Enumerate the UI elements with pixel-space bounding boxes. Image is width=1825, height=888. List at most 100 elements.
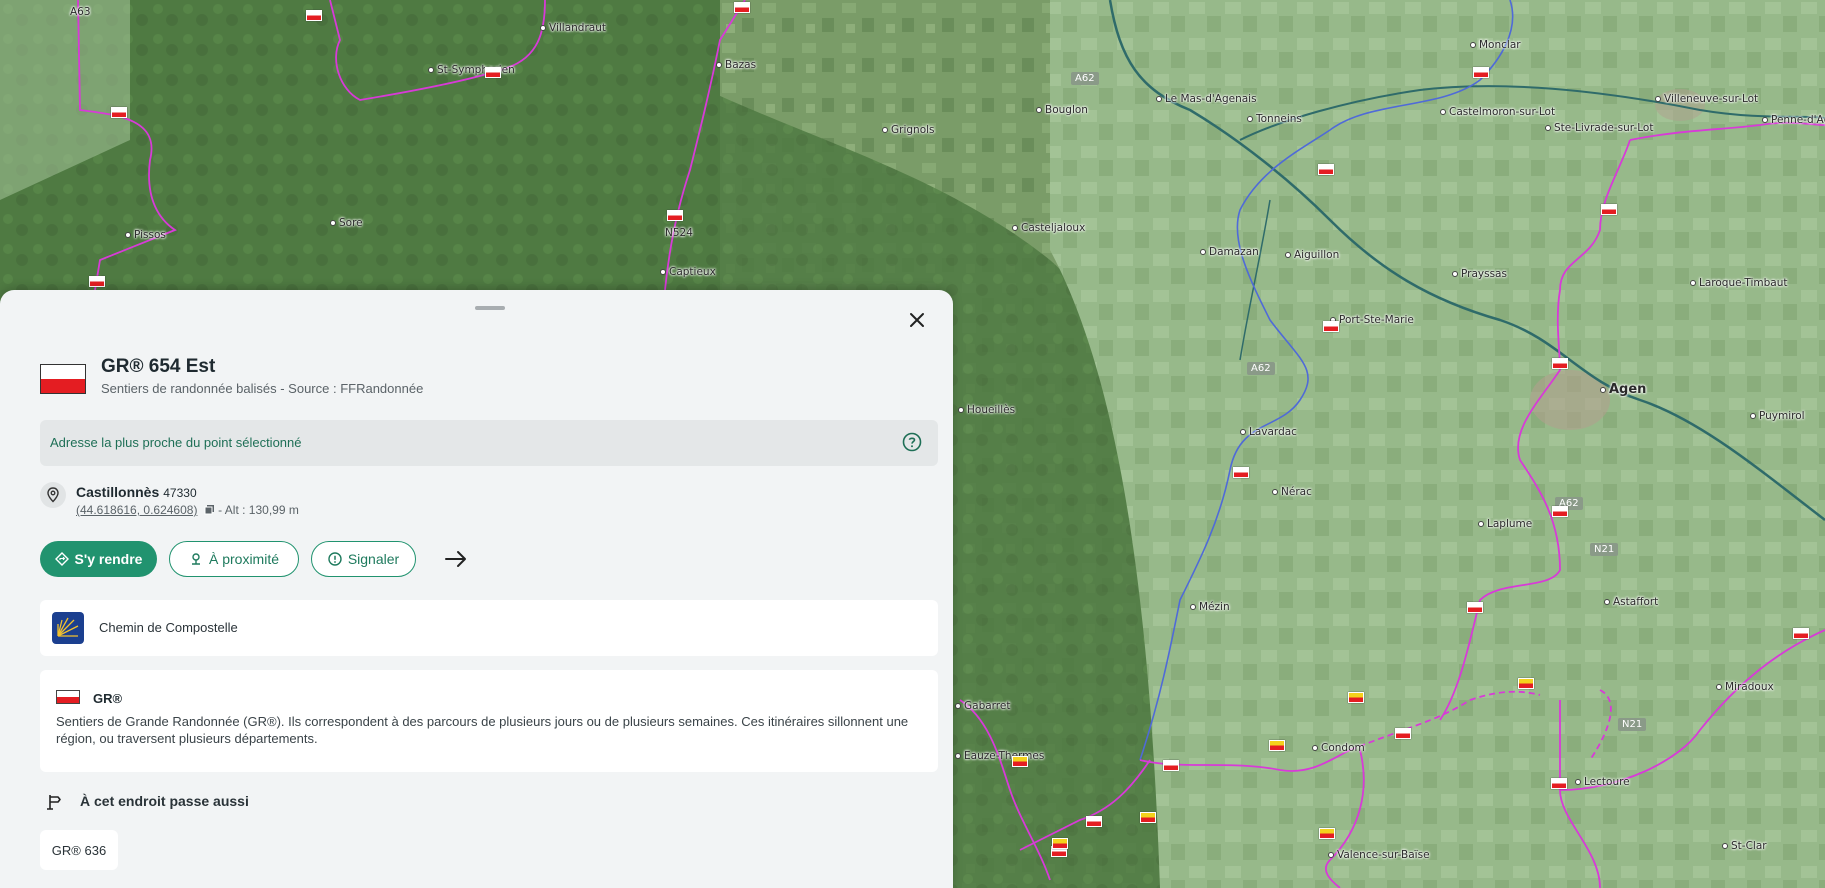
map-place-label[interactable]: Villeneuve-sur-Lot bbox=[1655, 93, 1758, 105]
map-place-label[interactable]: Astaffort bbox=[1604, 596, 1658, 608]
map-place-label[interactable]: Monclar bbox=[1470, 39, 1521, 51]
place-name-text: Castillonnès bbox=[76, 484, 160, 500]
map-place-label[interactable]: Houeillès bbox=[958, 404, 1015, 416]
close-icon[interactable] bbox=[904, 307, 930, 333]
nearby-icon bbox=[191, 553, 200, 565]
gr-marker-icon[interactable] bbox=[1601, 204, 1617, 215]
map-place-label[interactable]: Tonneins bbox=[1247, 113, 1302, 125]
map-place-label[interactable]: Castelmoron-sur-Lot bbox=[1440, 106, 1555, 118]
route-title: GR® 654 Est bbox=[101, 356, 216, 377]
go-there-label: S'y rendre bbox=[74, 551, 143, 567]
map-place-label[interactable]: Port-Ste-Marie bbox=[1330, 314, 1414, 326]
gr-marker-icon[interactable] bbox=[1012, 756, 1028, 767]
also-passes-header: À cet endroit passe aussi bbox=[40, 790, 340, 814]
gr-marker-icon[interactable] bbox=[1269, 740, 1285, 751]
info-panel: GR® 654 Est Sentiers de randonnée balisé… bbox=[0, 290, 953, 888]
map-place-label[interactable]: Condom bbox=[1312, 742, 1365, 754]
nearest-address-label: Adresse la plus proche du point sélectio… bbox=[50, 435, 302, 450]
map-place-label[interactable]: Captieux bbox=[660, 266, 716, 278]
map-place-label[interactable]: Grignols bbox=[882, 124, 935, 136]
road-label: A62 bbox=[1247, 362, 1275, 375]
gr-marker-icon[interactable] bbox=[1552, 506, 1568, 517]
map-place-label[interactable]: Nérac bbox=[1272, 486, 1312, 498]
go-there-button[interactable]: S'y rendre bbox=[40, 541, 157, 577]
gr-marker-icon[interactable] bbox=[1518, 678, 1534, 689]
scallop-shell-icon bbox=[52, 612, 84, 644]
gr-marker-icon[interactable] bbox=[1473, 67, 1489, 78]
map-place-label[interactable]: Prayssas bbox=[1452, 268, 1507, 280]
gr-info-card: GR® Sentiers de Grande Randonnée (GR®). … bbox=[40, 670, 938, 772]
map-place-label[interactable]: N524 bbox=[665, 227, 693, 239]
map-place-label[interactable]: St-Clar bbox=[1722, 840, 1767, 852]
gr-flag-icon bbox=[40, 364, 86, 394]
also-passes-label: À cet endroit passe aussi bbox=[80, 793, 249, 809]
postal-code: 47330 bbox=[163, 486, 197, 500]
map-place-label[interactable]: Laroque-Timbaut bbox=[1690, 277, 1788, 289]
gr-small-flag-icon bbox=[56, 690, 80, 704]
drag-handle[interactable] bbox=[475, 306, 505, 310]
map-place-label[interactable]: Sore bbox=[330, 217, 363, 229]
gr-marker-icon[interactable] bbox=[1395, 728, 1411, 739]
gr-marker-icon[interactable] bbox=[1086, 816, 1102, 827]
gr-marker-icon[interactable] bbox=[667, 210, 683, 221]
nearest-address-box: Adresse la plus proche du point sélectio… bbox=[40, 420, 938, 466]
gr-636-chip[interactable]: GR® 636 bbox=[40, 830, 118, 870]
gr-marker-icon[interactable] bbox=[1552, 358, 1568, 369]
compostelle-card[interactable]: Chemin de Compostelle bbox=[40, 600, 938, 656]
gr-marker-icon[interactable] bbox=[485, 67, 501, 78]
copy-icon[interactable] bbox=[204, 504, 215, 515]
gr-marker-icon[interactable] bbox=[1323, 321, 1339, 332]
help-icon[interactable] bbox=[902, 432, 922, 452]
arrow-right-icon[interactable] bbox=[443, 548, 469, 570]
route-subtitle: Sentiers de randonnée balisés - Source :… bbox=[101, 381, 424, 396]
map-place-label[interactable]: Pissos bbox=[125, 229, 166, 241]
gr-marker-icon[interactable] bbox=[1467, 602, 1483, 613]
map-place-label[interactable]: Aiguillon bbox=[1285, 249, 1339, 261]
coords-line: (44.618616, 0.624608) - Alt : 130,99 m bbox=[76, 503, 299, 517]
directions-icon bbox=[54, 552, 69, 566]
map-place-label[interactable]: Bazas bbox=[716, 59, 756, 71]
gr-marker-icon[interactable] bbox=[1052, 838, 1068, 849]
gr-marker-icon[interactable] bbox=[1348, 692, 1364, 703]
map-place-label[interactable]: Eauze-Thermes bbox=[955, 750, 1044, 762]
gr-marker-icon[interactable] bbox=[1318, 164, 1334, 175]
map-place-label[interactable]: Laplume bbox=[1478, 518, 1532, 530]
signpost-icon bbox=[47, 795, 61, 810]
report-label: Signaler bbox=[347, 551, 400, 567]
road-label: N21 bbox=[1590, 543, 1619, 556]
gr-info-description: Sentiers de Grande Randonnée (GR®). Ils … bbox=[56, 714, 909, 746]
map-place-label[interactable]: A63 bbox=[70, 6, 91, 18]
gr-marker-icon[interactable] bbox=[89, 276, 105, 287]
map-place-label[interactable]: Penne-d'Agenais bbox=[1762, 114, 1825, 126]
gr-marker-icon[interactable] bbox=[1551, 778, 1567, 789]
map-place-label[interactable]: Lavardac bbox=[1240, 426, 1297, 438]
map-place-label[interactable]: Mézin bbox=[1190, 601, 1230, 613]
gr-marker-icon[interactable] bbox=[1233, 467, 1249, 478]
gr-marker-icon[interactable] bbox=[111, 107, 127, 118]
gr-marker-icon[interactable] bbox=[1793, 628, 1809, 639]
coordinates-link[interactable]: (44.618616, 0.624608) bbox=[76, 503, 197, 517]
gr-marker-icon[interactable] bbox=[1163, 760, 1179, 771]
gr-marker-icon[interactable] bbox=[1319, 828, 1335, 839]
report-button[interactable]: Signaler bbox=[311, 541, 416, 577]
map-place-label[interactable]: Bouglon bbox=[1036, 104, 1088, 116]
map-place-label[interactable]: Lectoure bbox=[1575, 776, 1630, 788]
gr-marker-icon[interactable] bbox=[306, 10, 322, 21]
map-place-label[interactable]: Miradoux bbox=[1716, 681, 1774, 693]
nearby-button[interactable]: À proximité bbox=[169, 541, 299, 577]
map-place-label[interactable]: St-Symphorien bbox=[428, 64, 515, 76]
gr-marker-icon[interactable] bbox=[734, 2, 750, 13]
gr-marker-icon[interactable] bbox=[1140, 812, 1156, 823]
map-place-label[interactable]: Damazan bbox=[1200, 246, 1259, 258]
map-place-label[interactable]: Villandraut bbox=[540, 22, 606, 34]
map-place-label[interactable]: Gabarret bbox=[955, 700, 1010, 712]
map-place-label[interactable]: Puymirol bbox=[1750, 410, 1805, 422]
location-pin-badge bbox=[40, 482, 66, 508]
map-place-label[interactable]: Le Mas-d'Agenais bbox=[1156, 93, 1257, 105]
map-place-label[interactable]: Casteljaloux bbox=[1012, 222, 1085, 234]
compostelle-label: Chemin de Compostelle bbox=[99, 620, 238, 635]
map-place-label[interactable]: Agen bbox=[1600, 382, 1646, 397]
map-place-label[interactable]: Ste-Livrade-sur-Lot bbox=[1545, 122, 1653, 134]
place-name: Castillonnès 47330 bbox=[76, 484, 197, 500]
map-place-label[interactable]: Valence-sur-Baïse bbox=[1328, 849, 1430, 861]
